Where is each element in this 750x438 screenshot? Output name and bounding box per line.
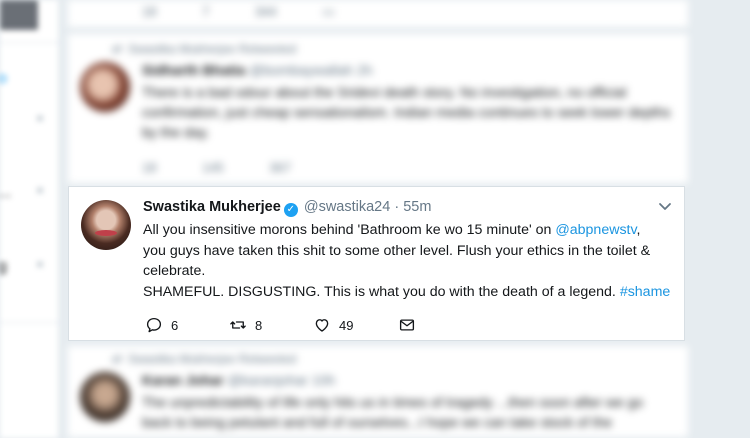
retweet-context: ⇄ Swastika Mukherjee Retweeted — [112, 42, 296, 56]
left-sidebar: o ... × × g × — [0, 0, 58, 438]
like-button[interactable]: 49 — [313, 316, 353, 334]
tweet-text-segment: SHAMEFUL. DISGUSTING. This is what you d… — [143, 283, 620, 300]
tweet-text: All you insensitive morons behind 'Bathr… — [143, 220, 678, 302]
mention-link[interactable]: @abpnewstv — [555, 222, 636, 238]
tweet-time[interactable]: 55m — [403, 199, 431, 215]
tweet-header: Karan Johar @karanjohar 10h — [142, 372, 335, 388]
reply-count: 6 — [171, 317, 179, 333]
verified-badge-icon: ✓ — [283, 203, 298, 217]
sidebar-divider — [0, 42, 58, 43]
retweet-count[interactable]: 145 — [202, 160, 224, 175]
dm-icon[interactable]: ▭ — [322, 4, 334, 19]
like-count[interactable]: 344 — [255, 4, 277, 19]
retweet-button[interactable]: 8 — [229, 316, 262, 334]
avatar[interactable] — [80, 372, 130, 422]
reply-count[interactable]: 18 — [142, 4, 156, 19]
dismiss-icon[interactable]: × — [36, 182, 44, 198]
retweet-count[interactable]: 7 — [202, 4, 209, 19]
sidebar-letter: ... — [0, 184, 12, 201]
tweet-actions: 18 7 344 ▭ — [142, 4, 377, 20]
retweet-icon: ⇄ — [112, 352, 123, 366]
author-handle[interactable]: @karanjohar — [228, 372, 308, 388]
sidebar-letter: g — [0, 258, 7, 275]
author-name[interactable]: Swastika Mukherjee — [143, 199, 281, 215]
avatar[interactable] — [80, 62, 130, 112]
like-count: 49 — [339, 317, 354, 333]
author-name[interactable]: Sidharth Bhatia — [142, 62, 245, 78]
tweet-text-segment: All you insensitive morons behind 'Bathr… — [143, 222, 556, 238]
hashtag-link[interactable]: #shame — [620, 284, 670, 300]
tweet-text: There is a bad odour about the Sridevi d… — [142, 84, 671, 140]
tweet-header: Swastika Mukherjee ✓ @swastika24 · 55m — [143, 199, 431, 217]
sidebar-thumbnail — [0, 0, 38, 30]
sidebar-letter: o — [0, 70, 7, 87]
chevron-down-icon[interactable] — [658, 199, 672, 217]
separator: · — [394, 199, 400, 215]
tweet-text-segment: , — [636, 222, 641, 238]
tweet-header: Sidharth Bhatia @bombaywallah 2h — [142, 62, 373, 78]
dismiss-icon[interactable]: × — [36, 256, 44, 272]
avatar[interactable] — [81, 200, 131, 250]
sidebar-divider — [0, 322, 58, 323]
tweet-actions: 18 145 367 — [142, 160, 333, 175]
envelope-icon — [399, 319, 415, 331]
author-handle[interactable]: @bombaywallah — [249, 62, 353, 78]
tweet-retweeted[interactable]: ⇄ Swastika Mukherjee Retweeted Sidharth B… — [68, 34, 688, 184]
reply-icon — [146, 317, 162, 333]
direct-message-button[interactable] — [398, 316, 416, 334]
retweet-icon — [230, 321, 246, 329]
retweet-context: ⇄ Swastika Mukherjee Retweeted — [112, 352, 296, 366]
retweet-icon: ⇄ — [112, 42, 123, 56]
tweet-text: The unpredictability of life only hits u… — [142, 394, 644, 430]
reply-count[interactable]: 18 — [142, 160, 156, 175]
author-handle[interactable]: @swastika24 — [304, 199, 390, 215]
retweet-context-text: Swastika Mukherjee Retweeted — [128, 42, 297, 56]
dismiss-icon[interactable]: × — [36, 110, 44, 126]
heart-icon — [315, 319, 329, 332]
tweet-text-line: you guys have taken this shit to some ot… — [143, 242, 651, 259]
retweet-count: 8 — [255, 317, 263, 333]
like-count[interactable]: 367 — [269, 160, 291, 175]
tweet-time[interactable]: 10h — [312, 372, 335, 388]
tweet-retweeted[interactable]: ⇄ Swastika Mukherjee Retweeted Karan Joha… — [68, 346, 688, 438]
retweet-context-text: Swastika Mukherjee Retweeted — [128, 352, 297, 366]
tweet-time[interactable]: 2h — [357, 62, 373, 78]
tweet-text-line: celebrate. — [143, 263, 206, 279]
tweet-focused[interactable]: Swastika Mukherjee ✓ @swastika24 · 55m Al… — [68, 186, 685, 341]
author-name[interactable]: Karan Johar — [142, 372, 224, 388]
tweet-previous[interactable]: 18 7 344 ▭ — [68, 0, 688, 28]
reply-button[interactable]: 6 — [145, 316, 178, 334]
